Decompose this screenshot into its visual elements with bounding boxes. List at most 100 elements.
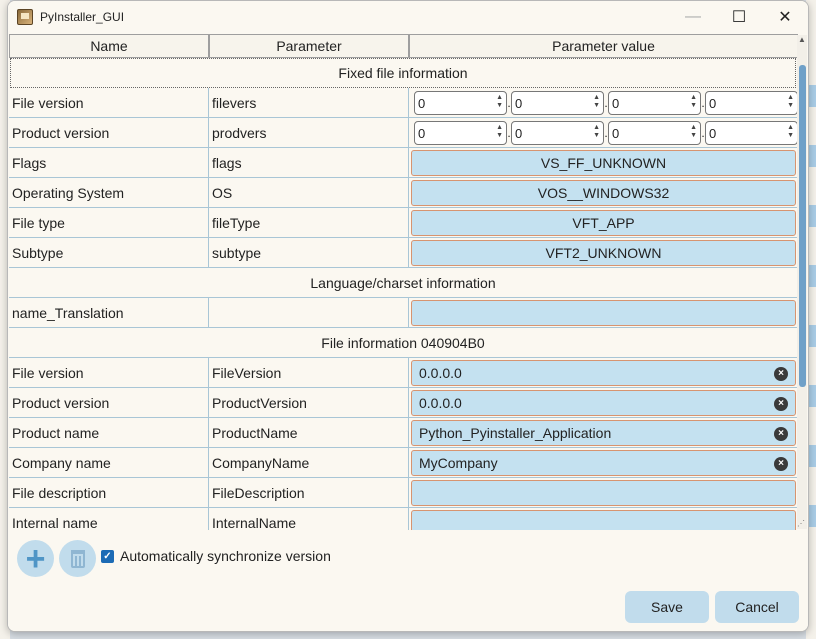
product-name-input[interactable]: Python_Pyinstaller_Application × bbox=[411, 420, 796, 446]
row-parameter: prodvers bbox=[209, 118, 409, 148]
row-value: VOS__WINDOWS32 bbox=[409, 178, 797, 208]
table-row: File type fileType VFT_APP bbox=[9, 208, 797, 238]
row-parameter: fileType bbox=[209, 208, 409, 238]
app-icon bbox=[17, 8, 33, 25]
table-row: Subtype subtype VFT2_UNKNOWN bbox=[9, 238, 797, 268]
header-name[interactable]: Name bbox=[9, 34, 209, 58]
file-version-input[interactable]: 0.0.0.0 × bbox=[411, 360, 796, 386]
header-parameter[interactable]: Parameter bbox=[209, 34, 409, 58]
row-name: File version bbox=[9, 88, 209, 118]
row-value bbox=[409, 508, 797, 530]
product-version-input[interactable]: 0.0.0.0 × bbox=[411, 390, 796, 416]
row-name: Product name bbox=[9, 418, 209, 448]
delete-button[interactable] bbox=[59, 540, 96, 577]
flags-combo[interactable]: VS_FF_UNKNOWN bbox=[411, 150, 796, 176]
row-name: name_Translation bbox=[9, 298, 209, 328]
row-value bbox=[409, 298, 797, 328]
row-parameter: FileVersion bbox=[209, 358, 409, 388]
row-name: Product version bbox=[9, 118, 209, 148]
row-value: VFT2_UNKNOWN bbox=[409, 238, 797, 268]
clear-icon[interactable]: × bbox=[774, 457, 788, 471]
version-spinbox-group: 0 ▲ ▼ . 0 ▲ ▼ . 0 ▲ ▼ . 0 ▲ ▼ bbox=[414, 91, 797, 115]
auto-sync-option: ✓ Automatically synchronize version bbox=[101, 548, 331, 564]
minimize-button[interactable]: — bbox=[670, 1, 716, 32]
table-row: Product version prodvers 0 ▲ ▼ . 0 ▲ ▼ . 0 ▲ ▼… bbox=[9, 118, 797, 148]
internal-name-input[interactable] bbox=[411, 510, 796, 530]
row-parameter: ProductVersion bbox=[209, 388, 409, 418]
version-spinbox[interactable]: 0 ▲ ▼ bbox=[705, 121, 797, 145]
section-fixed-file-information: Fixed file information bbox=[10, 58, 796, 88]
version-info-table: Name Parameter Parameter value Fixed fil… bbox=[9, 32, 807, 530]
version-spinbox[interactable]: 0 ▲ ▼ bbox=[414, 121, 507, 145]
row-value: MyCompany × bbox=[409, 448, 797, 478]
version-spinbox[interactable]: 0 ▲ ▼ bbox=[511, 121, 604, 145]
company-name-input[interactable]: MyCompany × bbox=[411, 450, 796, 476]
table-row: File description FileDescription bbox=[9, 478, 797, 508]
version-spinbox[interactable]: 0 ▲ ▼ bbox=[608, 91, 701, 115]
cancel-button[interactable]: Cancel bbox=[715, 591, 799, 623]
clear-icon[interactable]: × bbox=[774, 427, 788, 441]
row-name: Company name bbox=[9, 448, 209, 478]
auto-sync-checkbox[interactable]: ✓ bbox=[101, 549, 114, 563]
version-spinbox[interactable]: 0 ▲ ▼ bbox=[414, 91, 507, 115]
clear-icon[interactable]: × bbox=[774, 367, 788, 381]
row-value: VFT_APP bbox=[409, 208, 797, 238]
version-spinbox[interactable]: 0 ▲ ▼ bbox=[511, 91, 604, 115]
table-body: Fixed file information File version file… bbox=[9, 58, 797, 530]
table-header: Name Parameter Parameter value bbox=[9, 34, 798, 58]
row-value bbox=[409, 478, 797, 508]
table-row: name_Translation bbox=[9, 298, 797, 328]
row-value: VS_FF_UNKNOWN bbox=[409, 148, 797, 178]
version-spinbox-group: 0 ▲ ▼ . 0 ▲ ▼ . 0 ▲ ▼ . 0 ▲ ▼ bbox=[414, 121, 797, 145]
dialog-footer: + ✓ Automatically synchronize version Sa… bbox=[8, 530, 808, 631]
row-parameter: ProductName bbox=[209, 418, 409, 448]
row-parameter: OS bbox=[209, 178, 409, 208]
table-row: File version FileVersion 0.0.0.0 × bbox=[9, 358, 797, 388]
vertical-scrollbar[interactable]: ▲ bbox=[797, 35, 807, 529]
row-name: File version bbox=[9, 358, 209, 388]
section-file-information: File information 040904B0 bbox=[9, 328, 797, 358]
row-parameter bbox=[209, 298, 409, 328]
translation-field[interactable] bbox=[411, 300, 796, 326]
section-language-charset: Language/charset information bbox=[9, 268, 797, 298]
pyinstaller-dialog: PyInstaller_GUI — ☐ ✕ Name Parameter Par… bbox=[7, 0, 809, 632]
resize-grip-icon[interactable]: ⋰ bbox=[797, 519, 805, 528]
title-bar: PyInstaller_GUI — ☐ ✕ bbox=[8, 1, 808, 32]
row-parameter: flags bbox=[209, 148, 409, 178]
row-name: Internal name bbox=[9, 508, 209, 530]
row-name: File description bbox=[9, 478, 209, 508]
os-combo[interactable]: VOS__WINDOWS32 bbox=[411, 180, 796, 206]
row-value: 0 ▲ ▼ . 0 ▲ ▼ . 0 ▲ ▼ . 0 ▲ ▼ bbox=[409, 88, 797, 118]
table-row: Operating System OS VOS__WINDOWS32 bbox=[9, 178, 797, 208]
row-value: 0.0.0.0 × bbox=[409, 358, 797, 388]
row-parameter: InternalName bbox=[209, 508, 409, 530]
table-row: Internal name InternalName bbox=[9, 508, 797, 530]
row-name: Flags bbox=[9, 148, 209, 178]
row-parameter: CompanyName bbox=[209, 448, 409, 478]
file-description-input[interactable] bbox=[411, 480, 796, 506]
row-parameter: filevers bbox=[209, 88, 409, 118]
window-title: PyInstaller_GUI bbox=[40, 9, 125, 24]
save-button[interactable]: Save bbox=[625, 591, 709, 623]
header-parameter-value[interactable]: Parameter value bbox=[409, 34, 798, 58]
file-type-combo[interactable]: VFT_APP bbox=[411, 210, 796, 236]
row-value: 0 ▲ ▼ . 0 ▲ ▼ . 0 ▲ ▼ . 0 ▲ ▼ bbox=[409, 118, 797, 148]
version-spinbox[interactable]: 0 ▲ ▼ bbox=[705, 91, 797, 115]
row-name: Subtype bbox=[9, 238, 209, 268]
row-value: 0.0.0.0 × bbox=[409, 388, 797, 418]
close-button[interactable]: ✕ bbox=[762, 1, 808, 32]
scrollbar-thumb[interactable] bbox=[799, 65, 806, 387]
subtype-combo[interactable]: VFT2_UNKNOWN bbox=[411, 240, 796, 266]
table-row: Flags flags VS_FF_UNKNOWN bbox=[9, 148, 797, 178]
version-spinbox[interactable]: 0 ▲ ▼ bbox=[608, 121, 701, 145]
table-row: File version filevers 0 ▲ ▼ . 0 ▲ ▼ . 0 ▲ ▼ . … bbox=[9, 88, 797, 118]
add-button[interactable]: + bbox=[17, 540, 54, 577]
table-row: Product name ProductName Python_Pyinstal… bbox=[9, 418, 797, 448]
maximize-button[interactable]: ☐ bbox=[716, 1, 762, 32]
auto-sync-label: Automatically synchronize version bbox=[120, 548, 331, 564]
row-value: Python_Pyinstaller_Application × bbox=[409, 418, 797, 448]
scroll-up-icon[interactable]: ▲ bbox=[798, 35, 806, 44]
table-row: Product version ProductVersion 0.0.0.0 × bbox=[9, 388, 797, 418]
clear-icon[interactable]: × bbox=[774, 397, 788, 411]
row-name: Operating System bbox=[9, 178, 209, 208]
